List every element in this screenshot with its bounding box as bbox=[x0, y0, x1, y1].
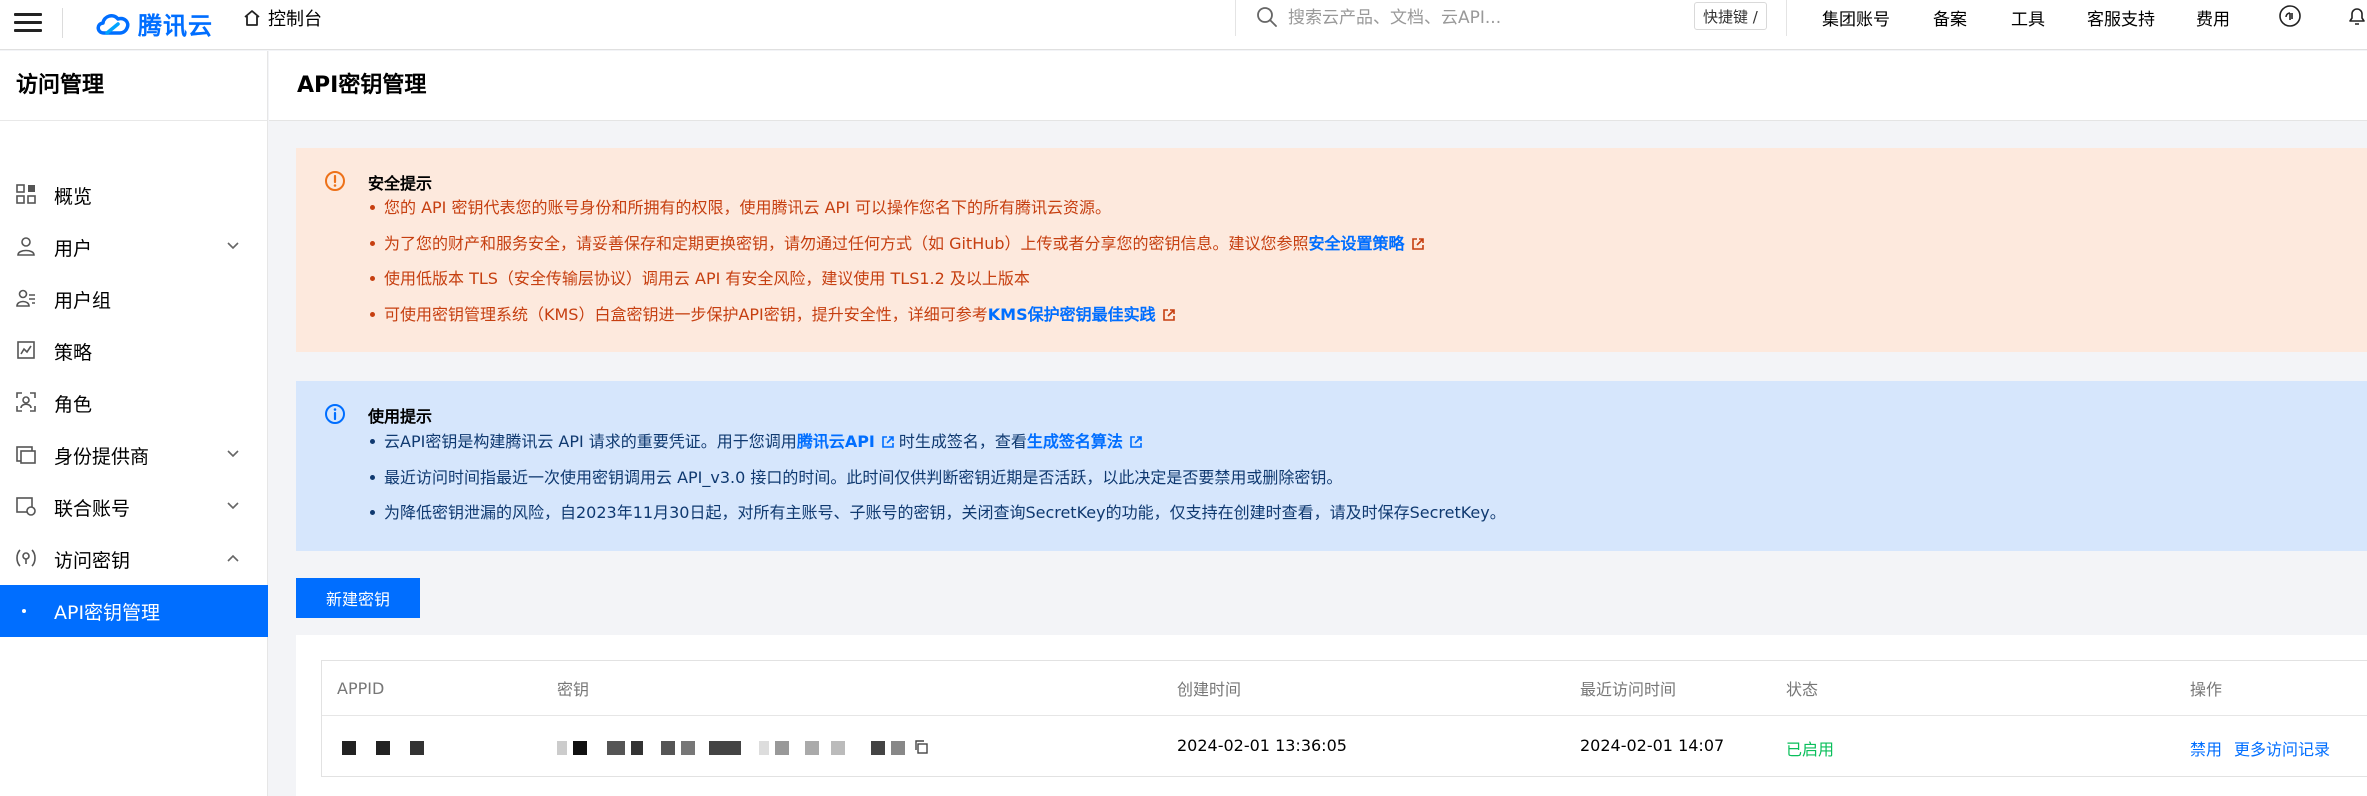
signature-algorithm-link[interactable]: 生成签名算法 bbox=[1027, 431, 1143, 453]
sidebar-item-identity-provider[interactable]: 身份提供商 bbox=[0, 429, 268, 481]
sidebar-item-label: API密钥管理 bbox=[54, 601, 161, 624]
create-key-button[interactable]: 新建密钥 bbox=[296, 578, 420, 618]
sidebar-item-label: 身份提供商 bbox=[54, 445, 150, 468]
sidebar-item-label: 用户 bbox=[54, 237, 93, 260]
kms-best-practice-link[interactable]: KMS保护密钥最佳实践 bbox=[988, 304, 1176, 326]
home-icon bbox=[244, 10, 260, 26]
console-label: 控制台 bbox=[268, 9, 322, 30]
list-item: 为了您的财产和服务安全，请妥善保存和定期更换密钥，请勿通过任何方式（如 GitH… bbox=[368, 233, 1425, 269]
sidebar-item-label: 角色 bbox=[54, 393, 93, 416]
list-item: 最近访问时间指最近一次使用密钥调用云 API_v3.0 接口的时间。此时间仅供判… bbox=[368, 467, 1506, 503]
usage-notice-list: 云API密钥是构建腾讯云 API 请求的重要凭证。用于您调用 腾讯云API 时生成签… bbox=[368, 431, 1506, 538]
last-access-time: 2024-02-01 14:07 bbox=[1580, 736, 1725, 755]
sidebar-item-user[interactable]: 用户 bbox=[0, 221, 268, 273]
key-table-panel: APPID 密钥 创建时间 最近访问时间 状态 操作 2024-02-01 13… bbox=[296, 635, 2367, 796]
role-icon bbox=[16, 392, 36, 412]
sidebar-item-label: 访问密钥 bbox=[54, 549, 131, 572]
table-row: 2024-02-01 13:36:05 2024-02-01 14:07 已启用… bbox=[322, 716, 2367, 776]
sidebar: 访问管理 概览 用户 用户组 策略 角色 身份提供商 联合账号 访问密钥 API… bbox=[0, 51, 268, 796]
nav-support[interactable]: 客服支持 bbox=[2087, 5, 2155, 30]
bell-icon[interactable] bbox=[2345, 4, 2367, 28]
user-icon bbox=[17, 237, 35, 256]
security-notice-list: 您的 API 密钥代表您的账号身份和所拥有的权限，使用腾讯云 API 可以操作您… bbox=[368, 197, 1425, 339]
user-group-icon bbox=[16, 289, 35, 307]
security-notice-title: 安全提示 bbox=[368, 174, 433, 193]
sidebar-item-label: 用户组 bbox=[54, 289, 112, 312]
masked-secret-key bbox=[557, 739, 929, 755]
list-item: 云API密钥是构建腾讯云 API 请求的重要凭证。用于您调用 腾讯云API 时生成签… bbox=[368, 431, 1506, 467]
table-header: APPID 密钥 创建时间 最近访问时间 状态 操作 bbox=[322, 661, 2367, 716]
list-item: 使用低版本 TLS（安全传输层协议）调用云 API 有安全风险，建议使用 TLS… bbox=[368, 268, 1425, 304]
created-time: 2024-02-01 13:36:05 bbox=[1177, 736, 1347, 755]
brand-name: 腾讯云 bbox=[138, 12, 213, 40]
console-link[interactable]: 控制台 bbox=[242, 5, 322, 31]
key-table: APPID 密钥 创建时间 最近访问时间 状态 操作 2024-02-01 13… bbox=[321, 660, 2367, 777]
page-title: API密钥管理 bbox=[269, 51, 2367, 121]
account-icon[interactable] bbox=[2278, 4, 2302, 28]
search-input[interactable] bbox=[1288, 5, 1668, 31]
tencent-cloud-logo[interactable]: 腾讯云 bbox=[94, 6, 213, 41]
row-actions: 禁用 更多访问记录 bbox=[2190, 736, 2342, 760]
list-item: 可使用密钥管理系统（KMS）白盒密钥进一步保护API密钥，提升安全性，详细可参考… bbox=[368, 304, 1425, 340]
search-icon bbox=[1257, 7, 1277, 27]
usage-notice: 使用提示 云API密钥是构建腾讯云 API 请求的重要凭证。用于您调用 腾讯云AP… bbox=[296, 381, 2367, 551]
external-link-icon bbox=[1162, 308, 1175, 321]
warning-icon bbox=[325, 171, 345, 191]
column-header-appid: APPID bbox=[337, 678, 385, 698]
overview-icon bbox=[16, 184, 36, 204]
sidebar-item-label: 策略 bbox=[54, 341, 93, 364]
list-item: 您的 API 密钥代表您的账号身份和所拥有的权限，使用腾讯云 API 可以操作您… bbox=[368, 197, 1425, 233]
hamburger-menu-icon[interactable] bbox=[14, 8, 42, 40]
sidebar-item-federated-account[interactable]: 联合账号 bbox=[0, 481, 268, 533]
tencent-cloud-api-link[interactable]: 腾讯云API bbox=[797, 431, 895, 453]
shortcut-badge: 快捷键 / bbox=[1694, 2, 1767, 30]
active-dot bbox=[22, 609, 26, 613]
column-header-last-access: 最近访问时间 bbox=[1580, 680, 1677, 699]
copy-icon[interactable] bbox=[913, 739, 929, 755]
nav-tools[interactable]: 工具 bbox=[2011, 5, 2045, 30]
column-header-status: 状态 bbox=[1786, 680, 1819, 699]
divider bbox=[62, 8, 63, 38]
more-access-records-link[interactable]: 更多访问记录 bbox=[2234, 740, 2330, 759]
chevron-down-icon bbox=[227, 450, 239, 458]
sidebar-item-label: 概览 bbox=[54, 185, 93, 208]
info-icon bbox=[325, 404, 345, 424]
chevron-down-icon bbox=[227, 502, 239, 510]
security-notice: 安全提示 您的 API 密钥代表您的账号身份和所拥有的权限，使用腾讯云 API … bbox=[296, 148, 2367, 352]
sidebar-item-overview[interactable]: 概览 bbox=[0, 169, 268, 221]
main-content: API密钥管理 安全提示 您的 API 密钥代表您的账号身份和所拥有的权限，使用… bbox=[269, 51, 2367, 796]
status-badge: 已启用 bbox=[1786, 740, 1835, 759]
cloud-logo-icon bbox=[96, 13, 130, 35]
security-policy-link[interactable]: 安全设置策略 bbox=[1309, 233, 1425, 255]
sidebar-item-access-key[interactable]: 访问密钥 bbox=[0, 533, 268, 585]
top-navigation-bar: 腾讯云 控制台 快捷键 / 集团账号 备案 工具 客服支持 费用 bbox=[0, 0, 2367, 50]
list-item: 为降低密钥泄漏的风险，自2023年11月30日起，对所有主账号、子账号的密钥，关… bbox=[368, 502, 1506, 538]
chevron-up-icon bbox=[227, 554, 239, 562]
sidebar-item-user-group[interactable]: 用户组 bbox=[0, 273, 268, 325]
external-link-icon bbox=[882, 436, 894, 448]
external-link-icon bbox=[1411, 237, 1424, 250]
federated-account-icon bbox=[16, 497, 36, 516]
access-key-icon bbox=[16, 549, 36, 567]
external-link-icon bbox=[1130, 436, 1142, 448]
sidebar-item-policy[interactable]: 策略 bbox=[0, 325, 268, 377]
policy-icon bbox=[17, 341, 35, 359]
usage-notice-title: 使用提示 bbox=[368, 407, 433, 426]
column-header-created: 创建时间 bbox=[1177, 680, 1242, 699]
chevron-down-icon bbox=[227, 242, 239, 250]
sidebar-item-api-key-management[interactable]: API密钥管理 bbox=[0, 585, 268, 637]
disable-button[interactable]: 禁用 bbox=[2190, 740, 2222, 759]
column-header-actions: 操作 bbox=[2190, 680, 2223, 699]
sidebar-title: 访问管理 bbox=[0, 51, 267, 121]
masked-appid bbox=[342, 741, 430, 755]
identity-provider-icon bbox=[16, 446, 36, 464]
nav-billing[interactable]: 费用 bbox=[2196, 5, 2230, 30]
nav-group-account[interactable]: 集团账号 bbox=[1822, 5, 1890, 30]
sidebar-item-role[interactable]: 角色 bbox=[0, 377, 268, 429]
global-search: 快捷键 / bbox=[1235, 0, 1787, 36]
nav-filing[interactable]: 备案 bbox=[1933, 5, 1967, 30]
column-header-key: 密钥 bbox=[557, 680, 590, 699]
sidebar-item-label: 联合账号 bbox=[54, 497, 131, 520]
